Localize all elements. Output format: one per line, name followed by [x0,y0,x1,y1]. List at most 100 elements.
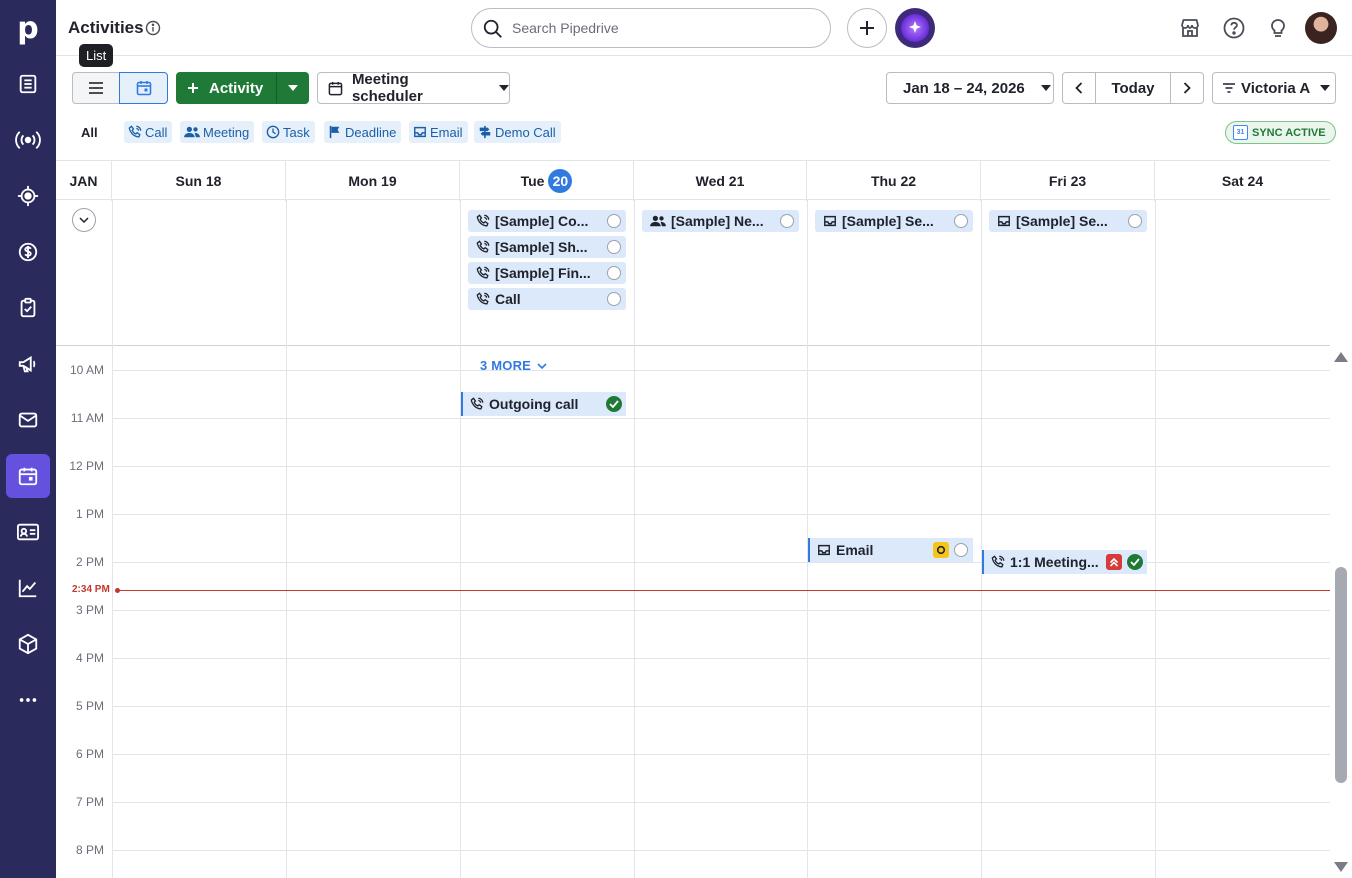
all-day-event[interactable]: [Sample] Fin... [468,262,626,284]
all-day-event[interactable]: [Sample] Se... [989,210,1147,232]
ai-assistant-button[interactable] [895,8,935,48]
mark-done-checkbox[interactable] [780,214,794,228]
avatar[interactable] [1305,12,1337,44]
all-day-event[interactable]: [Sample] Se... [815,210,973,232]
more-dots-icon[interactable] [6,678,50,722]
event-title: [Sample] Co... [495,213,589,229]
day-header-mon[interactable]: Mon 19 [286,161,460,201]
week-calendar: JAN Sun 18 Mon 19 Tue 20 Wed 21 Thu 22 Fr… [56,160,1330,878]
megaphone-icon[interactable] [6,342,50,386]
day-header-wed[interactable]: Wed 21 [634,161,807,201]
list-tooltip: List [79,44,114,67]
filter-email[interactable]: Email [409,121,468,143]
hour-label: 6 PM [75,747,104,761]
day-header-label: Sun 18 [175,173,222,189]
column-divider [112,346,113,878]
all-day-event[interactable]: [Sample] Sh... [468,236,626,258]
search-box[interactable] [471,8,831,48]
filter-task[interactable]: Task [262,121,315,143]
filter-all[interactable]: All [81,125,98,140]
day-header-thu[interactable]: Thu 22 [807,161,981,201]
today-button[interactable]: Today [1095,72,1171,104]
mark-done-checkbox[interactable] [1128,214,1142,228]
quick-add-button[interactable] [847,8,887,48]
timed-event[interactable]: Outgoing call [461,392,626,416]
day-header-tue[interactable]: Tue 20 [460,161,634,201]
contacts-card-icon[interactable] [6,510,50,554]
hour-line [112,802,1330,803]
pipedrive-logo[interactable]: p [0,0,56,56]
priority-icon [933,542,949,558]
hour-line [112,850,1330,851]
mark-done-checkbox[interactable] [954,214,968,228]
insights-chart-icon[interactable] [6,566,50,610]
filter-deadline[interactable]: Deadline [324,121,402,143]
timed-event[interactable]: Email [808,538,973,562]
mark-done-checkbox[interactable] [954,543,968,557]
scroll-up-arrow[interactable] [1334,352,1348,362]
scrollbar-thumb[interactable] [1335,567,1347,783]
gcal-number: 31 [1236,129,1245,136]
day-header-sat[interactable]: Sat 24 [1155,161,1330,201]
hour-line [112,658,1330,659]
date-range-picker[interactable]: Jan 18 – 24, 2026 [886,72,1054,104]
add-activity-button[interactable]: Activity [176,72,276,104]
target-icon[interactable] [6,174,50,218]
event-title: [Sample] Fin... [495,265,591,281]
hour-line [112,466,1330,467]
info-icon[interactable] [145,20,161,36]
column-divider [286,200,287,346]
mark-done-checkbox[interactable] [607,266,621,280]
day-header-fri[interactable]: Fri 23 [981,161,1155,201]
hour-label: 10 AM [69,363,104,377]
all-day-event[interactable]: [Sample] Co... [468,210,626,232]
calendar-view-button[interactable] [119,72,168,104]
calendar-icon[interactable] [6,454,50,498]
help-icon[interactable] [1222,16,1246,40]
scheduler-calendar-icon [328,81,343,95]
all-day-event[interactable]: Call [468,288,626,310]
plus-icon [860,21,874,35]
day-header-sun[interactable]: Sun 18 [112,161,286,201]
next-week-button[interactable] [1170,72,1204,104]
mail-icon[interactable] [6,398,50,442]
user-filter-button[interactable]: Victoria A [1212,72,1336,104]
signpost-icon [479,125,491,139]
sync-status-badge[interactable]: 31 SYNC ACTIVE [1225,121,1336,144]
products-box-icon[interactable] [6,622,50,666]
column-divider [460,346,461,878]
current-time-label: 2:34 PM [72,584,110,595]
mark-done-checkbox[interactable] [607,240,621,254]
meeting-scheduler-button[interactable]: Meeting scheduler [317,71,510,105]
list-view-button[interactable] [72,72,120,104]
sidebar: p [0,0,56,878]
marketplace-icon[interactable] [1178,16,1202,40]
caret-down-icon [1040,85,1051,91]
done-check-icon[interactable] [1127,554,1143,570]
hour-line [112,610,1330,611]
inbox-icon [824,215,836,227]
tasks-clipboard-icon[interactable] [6,286,50,330]
campaigns-radar-icon[interactable] [6,118,50,162]
filter-demo-call[interactable]: Demo Call [474,121,561,143]
collapse-all-day-button[interactable] [72,208,96,232]
prev-week-button[interactable] [1062,72,1096,104]
search-input[interactable] [512,18,812,38]
hour-line [112,706,1330,707]
timed-event[interactable]: 1:1 Meeting... [982,550,1147,574]
lightbulb-icon[interactable] [1266,16,1290,40]
mark-done-checkbox[interactable] [607,292,621,306]
activity-label: Activity [209,79,264,97]
column-divider [286,346,287,878]
mark-done-checkbox[interactable] [607,214,621,228]
deals-dollar-icon[interactable] [6,230,50,274]
done-check-icon[interactable] [606,396,622,412]
all-day-section: [Sample] Co... [Sample] Sh... [Sample] F… [56,200,1330,373]
add-activity-dropdown[interactable] [276,72,309,104]
leads-icon[interactable] [6,62,50,106]
search-icon [482,18,504,40]
scroll-down-arrow[interactable] [1334,862,1348,872]
all-day-event[interactable]: [Sample] Ne... [642,210,799,232]
filter-call[interactable]: Call [124,121,173,143]
filter-meeting[interactable]: Meeting [180,121,255,143]
